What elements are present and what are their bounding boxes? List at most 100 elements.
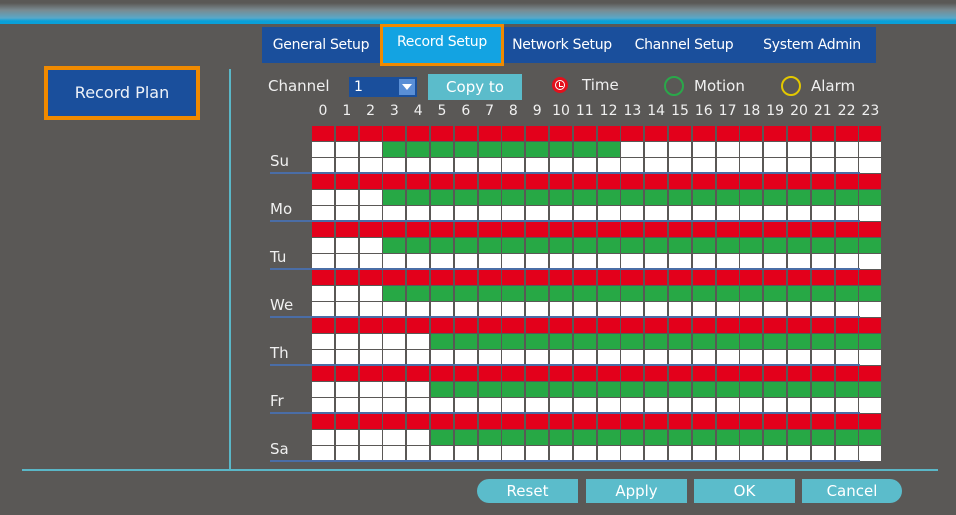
schedule-cell-motion[interactable] [621, 382, 644, 397]
schedule-cell-alarm[interactable] [383, 350, 406, 365]
schedule-cell-motion[interactable] [788, 190, 810, 205]
schedule-cell-time[interactable] [788, 414, 810, 429]
schedule-cell-time[interactable] [788, 366, 810, 381]
schedule-cell-motion[interactable] [859, 142, 882, 157]
schedule-cell-alarm[interactable] [359, 446, 382, 461]
schedule-cell-alarm[interactable] [835, 158, 858, 173]
schedule-cell-alarm[interactable] [692, 254, 715, 269]
schedule-cell-time[interactable] [526, 174, 549, 189]
schedule-cell-motion[interactable] [859, 430, 882, 445]
schedule-cell-motion[interactable] [621, 334, 644, 349]
schedule-cell-motion[interactable] [835, 430, 858, 445]
schedule-cell-alarm[interactable] [716, 158, 739, 173]
schedule-cell-motion[interactable] [788, 334, 810, 349]
schedule-cell-motion[interactable] [312, 286, 334, 301]
ok-button[interactable]: OK [694, 479, 795, 503]
schedule-cell-motion[interactable] [454, 286, 477, 301]
schedule-cell-time[interactable] [764, 222, 787, 237]
schedule-cell-time[interactable] [573, 366, 596, 381]
schedule-cell-time[interactable] [811, 414, 834, 429]
schedule-cell-alarm[interactable] [526, 446, 549, 461]
schedule-cell-motion[interactable] [764, 190, 787, 205]
schedule-cell-motion[interactable] [740, 334, 763, 349]
schedule-cell-time[interactable] [835, 414, 858, 429]
schedule-cell-motion[interactable] [526, 142, 549, 157]
schedule-cell-motion[interactable] [312, 382, 334, 397]
schedule-cell-time[interactable] [573, 222, 596, 237]
schedule-cell-time[interactable] [716, 414, 739, 429]
schedule-cell-alarm[interactable] [859, 302, 882, 317]
schedule-cell-time[interactable] [478, 222, 501, 237]
schedule-cell-motion[interactable] [716, 142, 739, 157]
schedule-cell-alarm[interactable] [335, 398, 358, 413]
schedule-cell-alarm[interactable] [645, 350, 668, 365]
schedule-cell-motion[interactable] [788, 142, 810, 157]
schedule-cell-time[interactable] [550, 318, 572, 333]
schedule-cell-alarm[interactable] [788, 350, 810, 365]
schedule-cell-time[interactable] [383, 318, 406, 333]
schedule-cell-motion[interactable] [716, 190, 739, 205]
schedule-cell-time[interactable] [312, 366, 334, 381]
schedule-cell-time[interactable] [859, 222, 882, 237]
schedule-cell-motion[interactable] [621, 190, 644, 205]
schedule-cell-time[interactable] [478, 366, 501, 381]
schedule-cell-alarm[interactable] [478, 350, 501, 365]
schedule-cell-motion[interactable] [431, 382, 453, 397]
schedule-cell-motion[interactable] [835, 286, 858, 301]
schedule-cell-motion[interactable] [740, 382, 763, 397]
schedule-cell-time[interactable] [454, 270, 477, 285]
schedule-cell-time[interactable] [312, 414, 334, 429]
schedule-cell-time[interactable] [407, 126, 430, 141]
schedule-cell-alarm[interactable] [692, 302, 715, 317]
schedule-cell-motion[interactable] [550, 142, 572, 157]
schedule-cell-motion[interactable] [502, 334, 525, 349]
schedule-cell-time[interactable] [502, 222, 525, 237]
schedule-cell-time[interactable] [716, 126, 739, 141]
schedule-cell-alarm[interactable] [811, 350, 834, 365]
schedule-cell-alarm[interactable] [573, 158, 596, 173]
schedule-cell-alarm[interactable] [811, 446, 834, 461]
schedule-cell-motion[interactable] [550, 430, 572, 445]
schedule-cell-alarm[interactable] [716, 302, 739, 317]
schedule-cell-alarm[interactable] [811, 206, 834, 221]
schedule-cell-motion[interactable] [835, 142, 858, 157]
schedule-cell-alarm[interactable] [407, 158, 430, 173]
reset-button[interactable]: Reset [477, 479, 578, 503]
schedule-cell-motion[interactable] [335, 190, 358, 205]
legend-alarm[interactable]: Alarm [781, 76, 855, 96]
schedule-cell-motion[interactable] [740, 286, 763, 301]
schedule-cell-time[interactable] [312, 126, 334, 141]
schedule-cell-motion[interactable] [716, 238, 739, 253]
schedule-cell-time[interactable] [502, 270, 525, 285]
schedule-cell-alarm[interactable] [764, 254, 787, 269]
schedule-cell-time[interactable] [645, 174, 668, 189]
schedule-cell-alarm[interactable] [478, 398, 501, 413]
schedule-cell-time[interactable] [692, 414, 715, 429]
schedule-cell-alarm[interactable] [764, 302, 787, 317]
schedule-cell-motion[interactable] [788, 286, 810, 301]
schedule-cell-alarm[interactable] [645, 206, 668, 221]
schedule-cell-time[interactable] [454, 318, 477, 333]
schedule-cell-motion[interactable] [454, 238, 477, 253]
schedule-cell-time[interactable] [526, 318, 549, 333]
schedule-cell-time[interactable] [692, 318, 715, 333]
schedule-cell-time[interactable] [788, 126, 810, 141]
schedule-cell-time[interactable] [573, 174, 596, 189]
schedule-cell-alarm[interactable] [764, 398, 787, 413]
schedule-cell-motion[interactable] [811, 334, 834, 349]
schedule-cell-alarm[interactable] [550, 206, 572, 221]
schedule-cell-motion[interactable] [526, 190, 549, 205]
schedule-cell-time[interactable] [431, 126, 453, 141]
schedule-cell-alarm[interactable] [312, 302, 334, 317]
schedule-cell-motion[interactable] [383, 238, 406, 253]
schedule-cell-motion[interactable] [407, 142, 430, 157]
schedule-cell-time[interactable] [431, 366, 453, 381]
schedule-cell-motion[interactable] [478, 142, 501, 157]
schedule-cell-time[interactable] [478, 174, 501, 189]
schedule-cell-time[interactable] [502, 414, 525, 429]
schedule-cell-alarm[interactable] [478, 206, 501, 221]
schedule-cell-time[interactable] [811, 222, 834, 237]
schedule-cell-alarm[interactable] [835, 302, 858, 317]
schedule-cell-time[interactable] [597, 222, 620, 237]
schedule-cell-alarm[interactable] [383, 158, 406, 173]
